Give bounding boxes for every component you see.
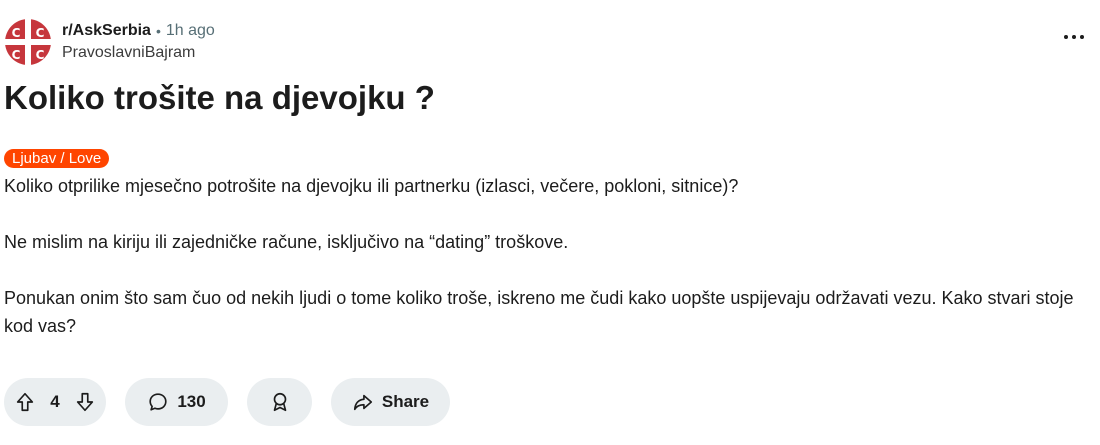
comment-icon	[149, 393, 167, 411]
post-flair[interactable]: Ljubav / Love	[4, 149, 110, 168]
svg-text:C: C	[36, 26, 45, 40]
author-link[interactable]: PravoslavniBajram	[62, 42, 215, 64]
upvote-icon[interactable]	[14, 391, 36, 413]
post-paragraph: Koliko otprilike mjesečno potrošite na d…	[4, 176, 739, 196]
svg-text:C: C	[12, 26, 21, 40]
downvote-icon[interactable]	[74, 391, 96, 413]
award-button[interactable]	[247, 378, 312, 426]
comment-count: 130	[177, 392, 206, 411]
post-paragraph: Ponukan onim što sam čuo od nekih ljudi …	[4, 288, 1074, 336]
share-icon	[353, 394, 372, 411]
vote-control: 4	[4, 378, 106, 426]
subreddit-avatar-icon[interactable]: C C C C	[4, 18, 52, 66]
comments-button[interactable]: 130	[125, 378, 228, 426]
share-label: Share	[381, 392, 430, 411]
vote-count: 4	[50, 392, 60, 411]
post-actions: 4 130 Share	[4, 378, 469, 426]
post-body: Koliko otprilike mjesečno potrošite na d…	[4, 172, 1094, 368]
subreddit-link[interactable]: r/AskSerbia	[62, 20, 151, 42]
more-dot	[1064, 35, 1068, 39]
more-dot	[1072, 35, 1076, 39]
svg-text:C: C	[12, 48, 21, 62]
post-time: 1h ago	[165, 22, 215, 39]
share-button[interactable]: Share	[331, 378, 450, 426]
more-dot	[1080, 35, 1084, 39]
post-meta: r/AskSerbia • 1h ago PravoslavniBajram	[62, 20, 215, 64]
meta-separator: •	[155, 23, 161, 39]
svg-text:C: C	[36, 48, 45, 62]
meta-line: r/AskSerbia • 1h ago	[62, 20, 215, 42]
award-icon	[273, 392, 286, 412]
post-paragraph: Ne mislim na kiriju ili zajedničke račun…	[4, 232, 569, 252]
post-title[interactable]: Koliko trošite na djevojku ?	[4, 76, 435, 120]
post-header: C C C C r/AskSerbia • 1h ago Pravoslavni…	[4, 18, 215, 66]
more-options-button[interactable]	[1064, 30, 1084, 44]
